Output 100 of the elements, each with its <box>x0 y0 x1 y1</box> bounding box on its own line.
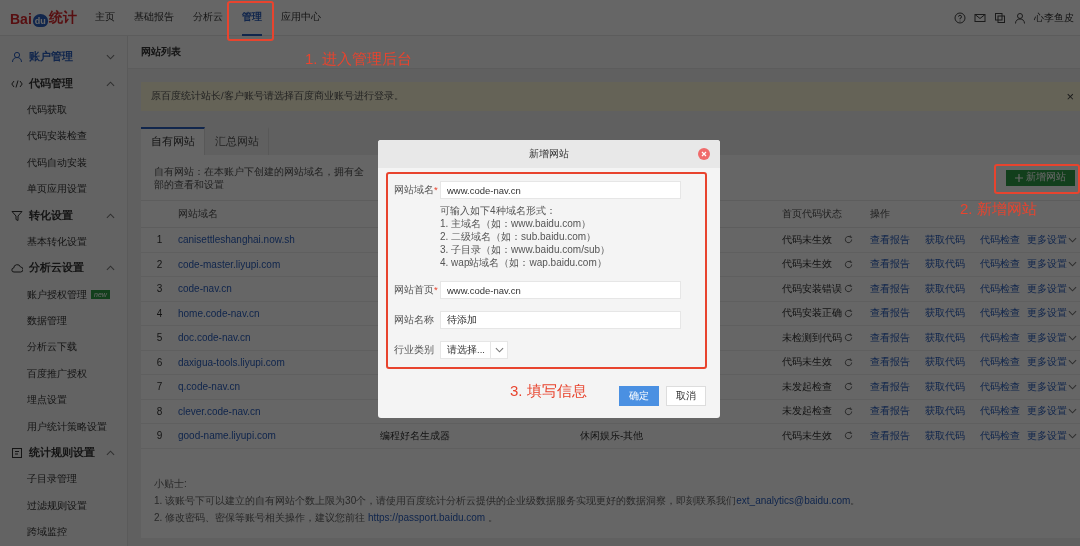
close-button[interactable]: × <box>1066 89 1074 104</box>
industry-select[interactable]: 请选择... <box>440 341 508 359</box>
sidebar-group[interactable]: 分析云设置 <box>0 255 127 282</box>
action-link[interactable]: 代码检查 <box>980 428 1020 443</box>
user-icon[interactable] <box>1014 11 1026 24</box>
action-link[interactable]: 获取代码 <box>925 306 965 321</box>
action-link[interactable]: 获取代码 <box>925 257 965 272</box>
action-link[interactable]: 查看报告 <box>870 404 910 419</box>
action-link[interactable]: 查看报告 <box>870 428 910 443</box>
action-link[interactable]: 获取代码 <box>925 355 965 370</box>
action-link[interactable]: 代码检查 <box>980 232 1020 247</box>
refresh-icon[interactable] <box>844 259 853 269</box>
action-link[interactable]: 查看报告 <box>870 232 910 247</box>
action-link[interactable]: 更多设置 <box>1027 306 1067 321</box>
user-name[interactable]: 心李鱼皮 <box>1034 10 1074 25</box>
sidebar-item[interactable]: 单页应用设置 <box>0 175 127 203</box>
action-link[interactable]: 查看报告 <box>870 257 910 272</box>
sidebar-item[interactable]: 子目录管理 <box>0 466 127 493</box>
action-link[interactable]: 代码检查 <box>980 306 1020 321</box>
sidebar-item[interactable]: 基本转化设置 <box>0 228 127 256</box>
help-icon[interactable] <box>954 11 966 24</box>
action-link[interactable]: 代码检查 <box>980 355 1020 370</box>
action-link[interactable]: 获取代码 <box>925 330 965 345</box>
action-link[interactable]: 查看报告 <box>870 355 910 370</box>
refresh-icon[interactable] <box>844 431 853 441</box>
nav-tab[interactable]: 分析云 <box>193 0 223 36</box>
refresh-icon[interactable] <box>844 357 853 367</box>
sidebar-item[interactable]: 分析云下载 <box>0 334 127 361</box>
refresh-icon[interactable] <box>844 382 853 392</box>
row-number: 7 <box>156 381 163 393</box>
action-link[interactable]: 更多设置 <box>1027 379 1067 394</box>
table-cell: 编程好名生成器 <box>380 428 450 443</box>
confirm-button[interactable]: 确定 <box>619 386 659 406</box>
action-link[interactable]: 更多设置 <box>1027 355 1067 370</box>
page-title: 网站列表 <box>141 45 181 59</box>
action-link[interactable]: 获取代码 <box>925 232 965 247</box>
domain-link[interactable]: q.code-nav.cn <box>178 381 241 393</box>
action-link[interactable]: 代码检查 <box>980 257 1020 272</box>
sidebar-group[interactable]: 账户管理 <box>0 44 127 71</box>
mail-icon[interactable] <box>974 11 986 24</box>
status-text: 代码未生效 <box>782 355 832 370</box>
copy-icon[interactable] <box>994 11 1006 24</box>
action-link[interactable]: 获取代码 <box>925 404 965 419</box>
domain-link[interactable]: code-master.liyupi.com <box>178 258 281 270</box>
logo[interactable]: Bai du 统计 <box>0 8 84 27</box>
tab[interactable]: 自有网站 <box>141 127 205 155</box>
action-link[interactable]: 更多设置 <box>1027 428 1067 443</box>
input-field[interactable]: 待添加 <box>440 311 681 329</box>
domain-link[interactable]: clever.code-nav.cn <box>178 405 261 417</box>
refresh-icon[interactable] <box>844 235 853 245</box>
action-link[interactable]: 代码检查 <box>980 330 1020 345</box>
action-link[interactable]: 代码检查 <box>980 404 1020 419</box>
action-link[interactable]: 查看报告 <box>870 379 910 394</box>
row-number: 8 <box>156 405 163 417</box>
sidebar-item[interactable]: 跨域监控 <box>0 519 127 546</box>
input-field[interactable]: www.code-nav.cn <box>440 181 681 199</box>
sidebar-group[interactable]: 代码管理 <box>0 70 127 97</box>
close-icon[interactable] <box>698 148 710 160</box>
action-link[interactable]: 查看报告 <box>870 330 910 345</box>
nav-tab[interactable]: 应用中心 <box>281 0 321 36</box>
action-link[interactable]: 查看报告 <box>870 306 910 321</box>
domain-link[interactable]: canisettleshanghai.now.sh <box>178 234 295 246</box>
action-link[interactable]: 更多设置 <box>1027 257 1067 272</box>
input-field[interactable]: www.code-nav.cn <box>440 281 681 299</box>
sidebar-item[interactable]: 用户统计策略设置 <box>0 413 127 440</box>
action-link[interactable]: 获取代码 <box>925 428 965 443</box>
sidebar-item[interactable]: 数据管理 <box>0 307 127 335</box>
action-link[interactable]: 更多设置 <box>1027 281 1067 296</box>
sidebar-item[interactable]: 代码获取 <box>0 96 127 124</box>
domain-link[interactable]: home.code-nav.cn <box>178 307 260 319</box>
sidebar-item[interactable]: 代码自动安装 <box>0 149 127 176</box>
domain-link[interactable]: code-nav.cn <box>178 283 232 295</box>
refresh-icon[interactable] <box>844 284 853 294</box>
action-link[interactable]: 代码检查 <box>980 379 1020 394</box>
action-link[interactable]: 更多设置 <box>1027 330 1067 345</box>
column-header: 操作 <box>870 207 890 221</box>
column-header: 首页代码状态 <box>782 207 842 221</box>
sidebar-item[interactable]: 埋点设置 <box>0 387 127 414</box>
action-link[interactable]: 查看报告 <box>870 281 910 296</box>
refresh-icon[interactable] <box>844 406 853 416</box>
tip-link[interactable]: https://passport.baidu.com <box>367 511 486 523</box>
sidebar-item[interactable]: 代码安装检查 <box>0 123 127 150</box>
add-site-button[interactable]: 新增网站 <box>1006 169 1075 186</box>
refresh-icon[interactable] <box>844 308 853 318</box>
nav-tab[interactable]: 基础报告 <box>134 0 174 36</box>
nav-tab[interactable]: 主页 <box>95 0 115 36</box>
refresh-icon[interactable] <box>844 333 853 343</box>
action-link[interactable]: 更多设置 <box>1027 404 1067 419</box>
action-link[interactable]: 获取代码 <box>925 379 965 394</box>
domain-link[interactable]: good-name.liyupi.com <box>178 430 276 442</box>
sidebar-group[interactable]: 统计规则设置 <box>0 439 127 467</box>
sidebar-item[interactable]: 过滤规则设置 <box>0 492 127 520</box>
cancel-button[interactable]: 取消 <box>666 386 706 406</box>
domain-link[interactable]: doc.code-nav.cn <box>178 332 251 344</box>
sidebar-item[interactable]: 百度推广授权 <box>0 360 127 388</box>
action-link[interactable]: 代码检查 <box>980 281 1020 296</box>
sidebar-group[interactable]: 转化设置 <box>0 202 127 229</box>
action-link[interactable]: 更多设置 <box>1027 232 1067 247</box>
action-link[interactable]: 获取代码 <box>925 281 965 296</box>
domain-link[interactable]: daxigua-tools.liyupi.com <box>178 356 285 368</box>
